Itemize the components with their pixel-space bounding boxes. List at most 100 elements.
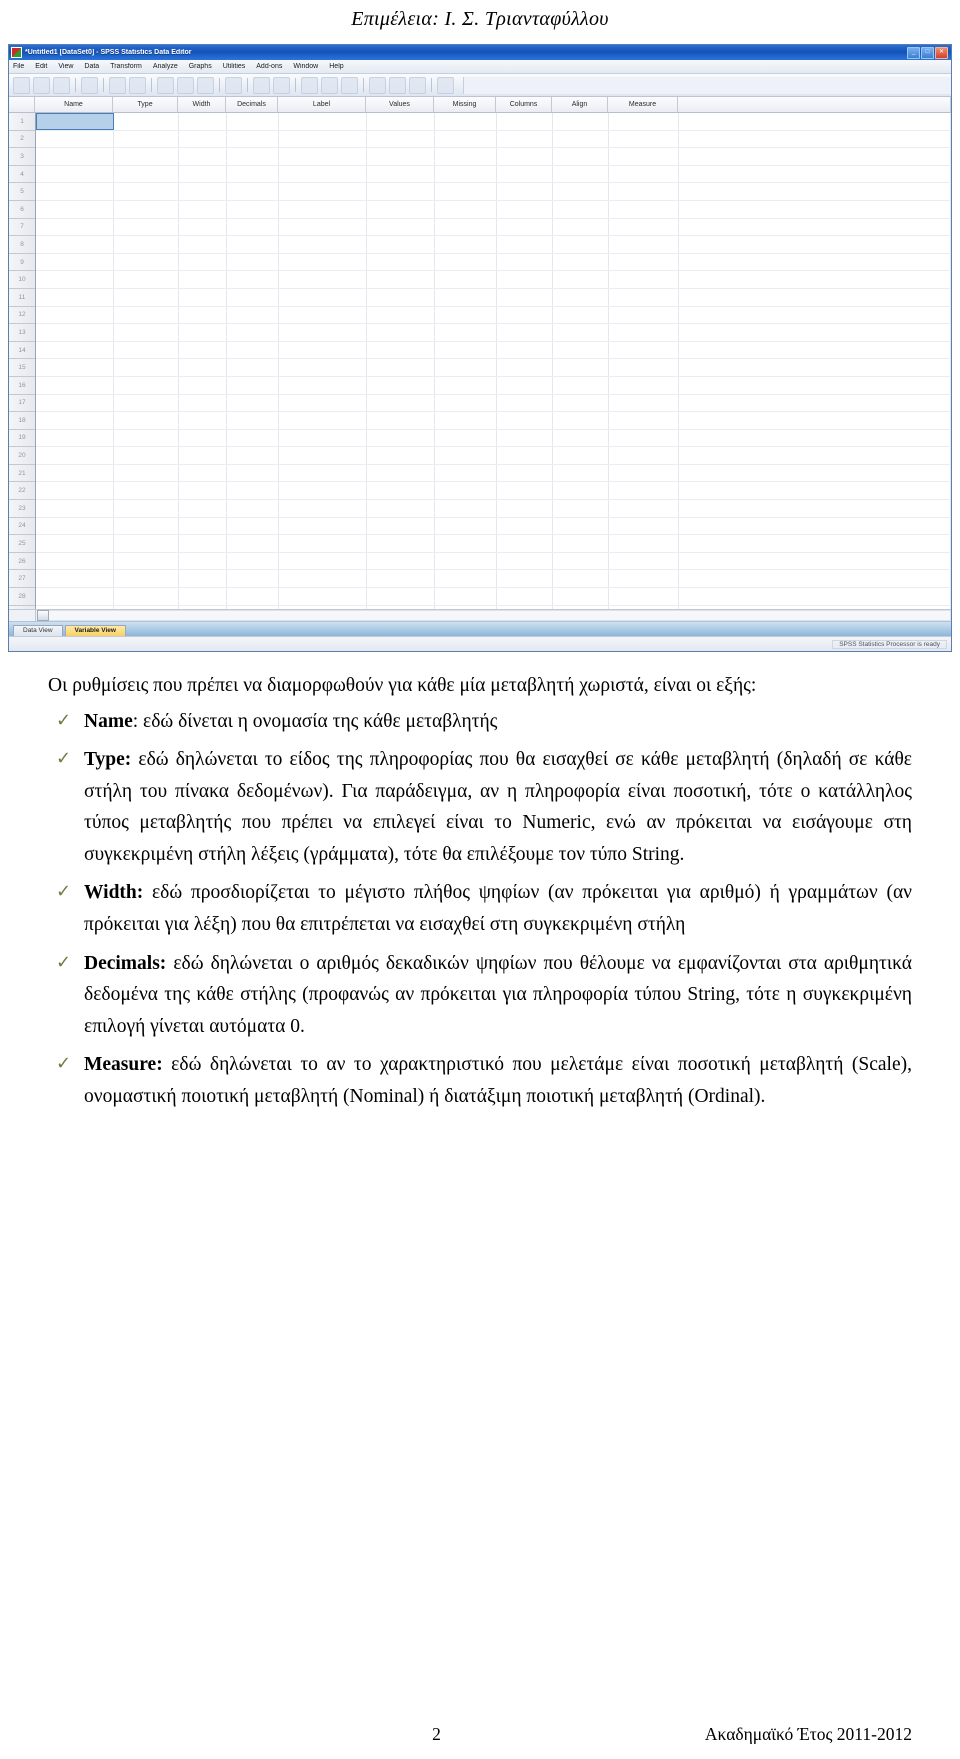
table-row[interactable] bbox=[36, 605, 951, 609]
table-cell[interactable] bbox=[609, 394, 679, 412]
table-cell[interactable] bbox=[553, 130, 609, 148]
table-cell[interactable] bbox=[114, 429, 179, 447]
table-cell[interactable] bbox=[497, 306, 553, 324]
table-cell[interactable] bbox=[367, 113, 435, 130]
table-cell[interactable] bbox=[609, 376, 679, 394]
row-number[interactable]: 14 bbox=[9, 342, 35, 360]
table-cell[interactable] bbox=[497, 113, 553, 130]
table-cell[interactable] bbox=[609, 500, 679, 517]
table-cell[interactable] bbox=[279, 236, 367, 253]
table-cell[interactable] bbox=[497, 482, 553, 500]
table-cell[interactable] bbox=[553, 218, 609, 236]
table-cell[interactable] bbox=[435, 183, 497, 200]
table-cell[interactable] bbox=[553, 324, 609, 341]
active-cell[interactable] bbox=[36, 113, 114, 130]
column-header-name[interactable]: Name bbox=[35, 97, 113, 112]
column-header-measure[interactable]: Measure bbox=[608, 97, 678, 112]
table-cell[interactable] bbox=[227, 165, 279, 183]
table-cell[interactable] bbox=[36, 394, 114, 412]
table-cell[interactable] bbox=[227, 130, 279, 148]
table-cell[interactable] bbox=[497, 605, 553, 609]
weight-cases-icon[interactable] bbox=[321, 76, 338, 94]
table-cell[interactable] bbox=[553, 359, 609, 376]
table-row[interactable] bbox=[36, 535, 951, 553]
table-cell[interactable] bbox=[553, 464, 609, 482]
find-icon[interactable] bbox=[225, 76, 242, 94]
scrollbar-thumb[interactable] bbox=[37, 610, 49, 621]
menu-utilities[interactable]: Utilities bbox=[223, 63, 246, 70]
table-cell[interactable] bbox=[114, 500, 179, 517]
spell-check-icon[interactable] bbox=[437, 76, 454, 94]
row-number[interactable]: 15 bbox=[9, 359, 35, 377]
menu-graphs[interactable]: Graphs bbox=[189, 63, 212, 70]
menu-addons[interactable]: Add-ons bbox=[256, 63, 282, 70]
table-cell[interactable] bbox=[114, 130, 179, 148]
table-cell[interactable] bbox=[609, 535, 679, 552]
use-sets-icon[interactable] bbox=[389, 76, 406, 94]
table-cell[interactable] bbox=[179, 271, 227, 288]
table-cell[interactable] bbox=[553, 447, 609, 464]
table-cell[interactable] bbox=[435, 200, 497, 218]
table-cell[interactable] bbox=[609, 570, 679, 588]
table-cell[interactable] bbox=[497, 535, 553, 552]
table-cell[interactable] bbox=[553, 183, 609, 200]
table-cell[interactable] bbox=[609, 113, 679, 130]
table-cell[interactable] bbox=[227, 218, 279, 236]
redo-icon[interactable] bbox=[129, 76, 146, 94]
table-cell[interactable] bbox=[179, 429, 227, 447]
table-cell[interactable] bbox=[279, 552, 367, 570]
table-cell[interactable] bbox=[367, 376, 435, 394]
close-icon[interactable]: ✕ bbox=[935, 46, 948, 59]
table-cell[interactable] bbox=[179, 482, 227, 500]
table-cell[interactable] bbox=[609, 429, 679, 447]
insert-variable-icon[interactable] bbox=[273, 76, 290, 94]
table-cell[interactable] bbox=[367, 200, 435, 218]
column-header-type[interactable]: Type bbox=[113, 97, 178, 112]
undo-icon[interactable] bbox=[109, 76, 126, 94]
row-number[interactable]: 18 bbox=[9, 412, 35, 430]
recall-dialogs-icon[interactable] bbox=[81, 76, 98, 94]
table-cell[interactable] bbox=[179, 148, 227, 165]
table-cell[interactable] bbox=[36, 517, 114, 535]
table-cell[interactable] bbox=[114, 570, 179, 588]
table-cell[interactable] bbox=[36, 130, 114, 148]
table-cell[interactable] bbox=[609, 236, 679, 253]
table-cell[interactable] bbox=[553, 570, 609, 588]
table-cell[interactable] bbox=[497, 130, 553, 148]
table-cell[interactable] bbox=[114, 552, 179, 570]
table-cell[interactable] bbox=[497, 500, 553, 517]
table-cell[interactable] bbox=[279, 359, 367, 376]
table-cell[interactable] bbox=[36, 183, 114, 200]
table-cell[interactable] bbox=[227, 464, 279, 482]
table-cell[interactable] bbox=[114, 218, 179, 236]
table-cell[interactable] bbox=[435, 306, 497, 324]
table-cell[interactable] bbox=[367, 218, 435, 236]
table-cell[interactable] bbox=[36, 359, 114, 376]
table-cell[interactable] bbox=[609, 605, 679, 609]
table-row[interactable] bbox=[36, 376, 951, 395]
table-cell[interactable] bbox=[227, 306, 279, 324]
table-cell[interactable] bbox=[227, 183, 279, 200]
table-cell[interactable] bbox=[367, 429, 435, 447]
table-cell[interactable] bbox=[279, 535, 367, 552]
table-cell[interactable] bbox=[114, 376, 179, 394]
table-cell[interactable] bbox=[179, 165, 227, 183]
table-row[interactable] bbox=[36, 447, 951, 465]
table-row[interactable] bbox=[36, 236, 951, 254]
scrollbar-track[interactable] bbox=[49, 610, 951, 621]
table-cell[interactable] bbox=[435, 464, 497, 482]
row-number[interactable]: 11 bbox=[9, 289, 35, 307]
table-cell[interactable] bbox=[279, 183, 367, 200]
maximize-icon[interactable]: □ bbox=[921, 46, 934, 59]
row-number[interactable]: 9 bbox=[9, 254, 35, 272]
row-number[interactable]: 12 bbox=[9, 307, 35, 325]
table-cell[interactable] bbox=[367, 253, 435, 271]
show-all-variables-icon[interactable] bbox=[409, 76, 426, 94]
table-cell[interactable] bbox=[435, 500, 497, 517]
table-cell[interactable] bbox=[435, 376, 497, 394]
table-cell[interactable] bbox=[36, 447, 114, 464]
table-cell[interactable] bbox=[36, 412, 114, 429]
table-cell[interactable] bbox=[36, 324, 114, 341]
table-cell[interactable] bbox=[497, 429, 553, 447]
table-cell[interactable] bbox=[279, 429, 367, 447]
